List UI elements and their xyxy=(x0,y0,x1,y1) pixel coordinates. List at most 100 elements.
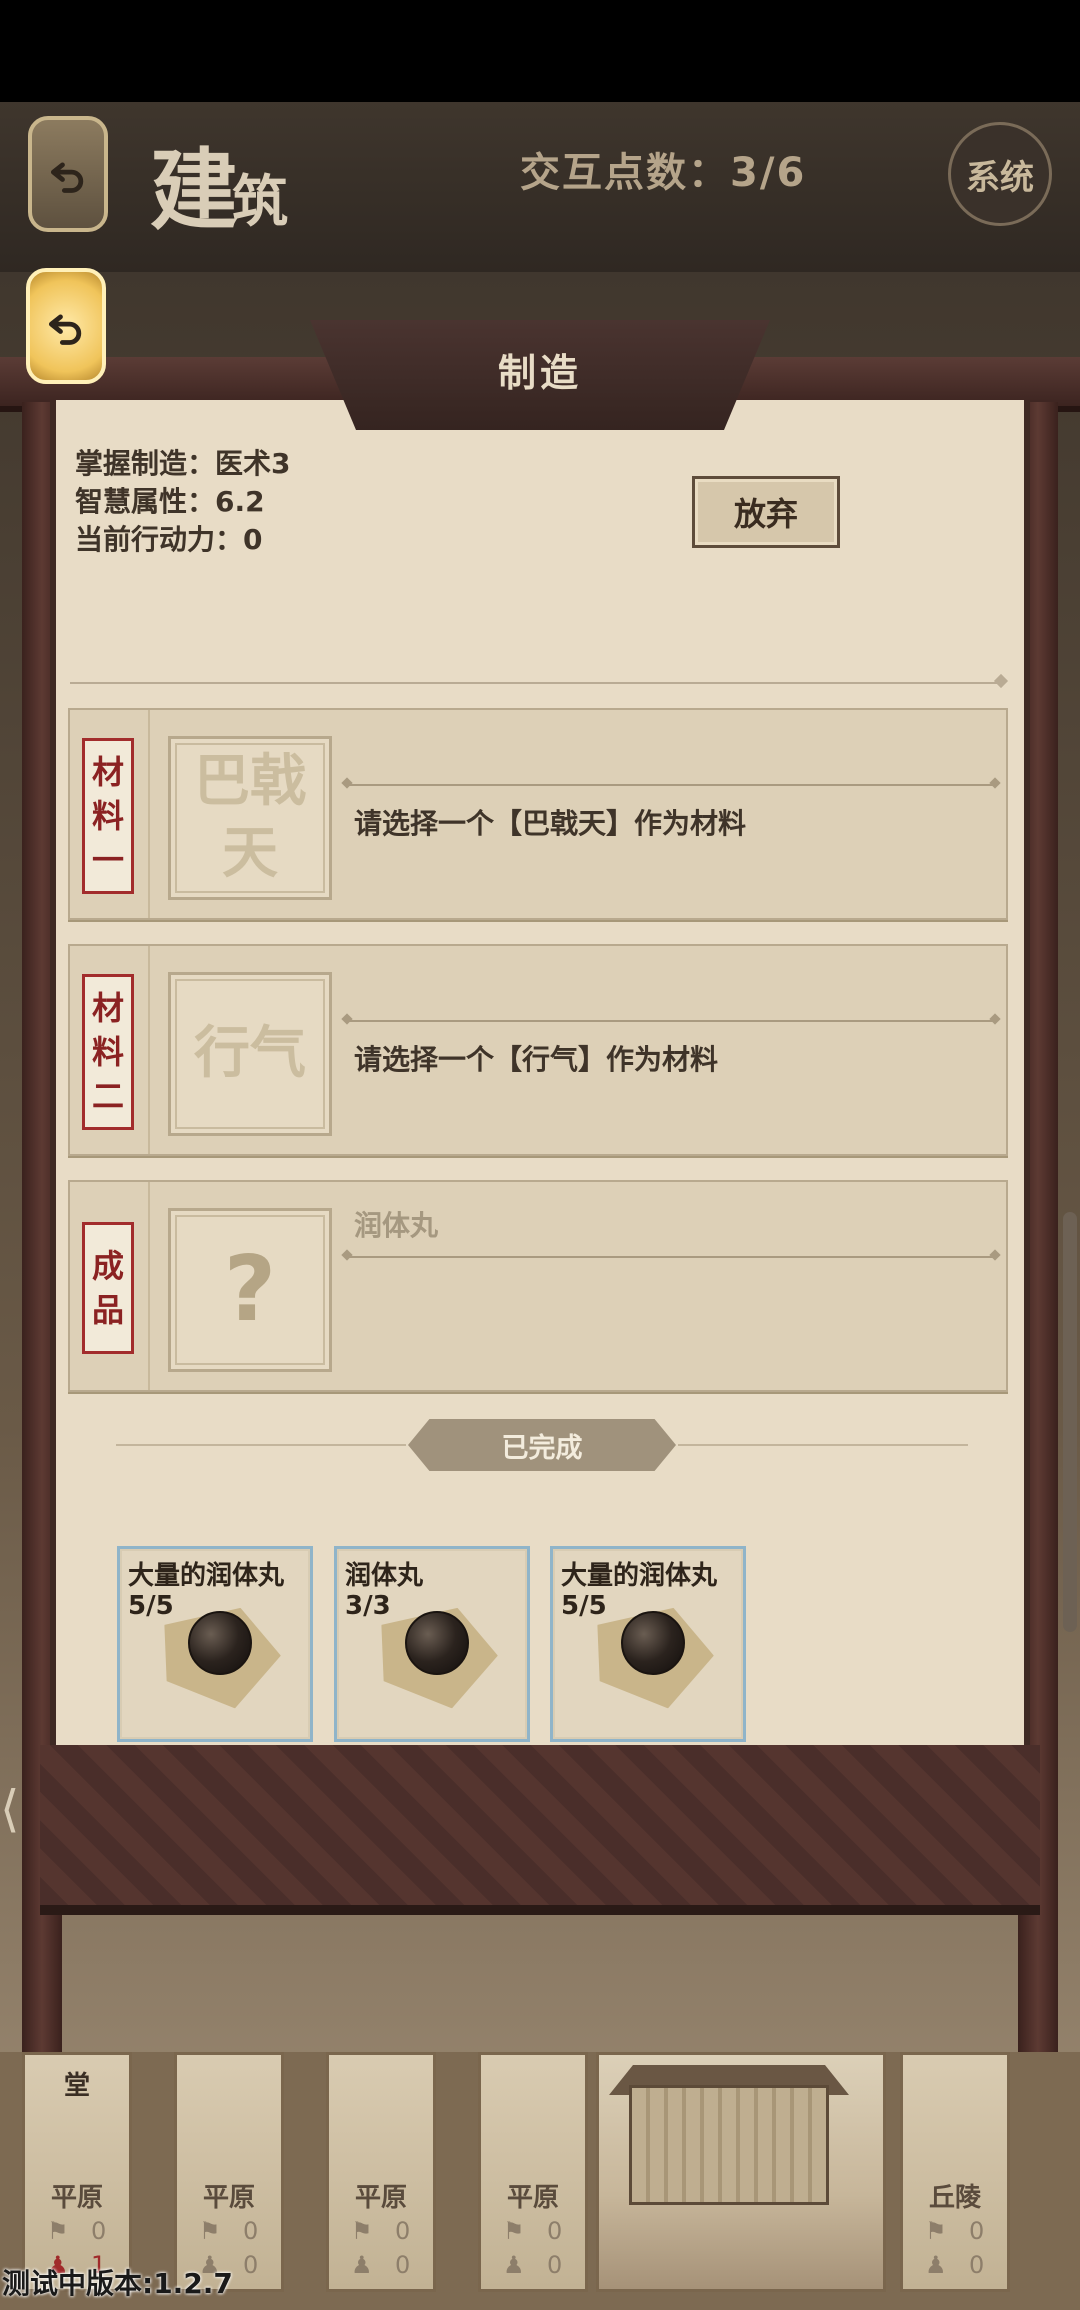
title-sub-char: 筑 xyxy=(232,169,288,235)
slot-label-char: 材 xyxy=(91,989,124,1027)
person-count: 0 xyxy=(547,2251,563,2279)
product-name: 润体丸 xyxy=(354,1209,439,1242)
slot-separator xyxy=(148,710,150,918)
person-count: 0 xyxy=(969,2251,985,2279)
slot-label: 材 料 二 xyxy=(82,974,134,1130)
abandon-button[interactable]: 放弃 xyxy=(692,476,840,548)
panel-title: 制造 xyxy=(497,350,582,395)
flag-stat: ⚑ 0 xyxy=(47,2217,106,2245)
item-name: 大量的润体丸 xyxy=(128,1561,285,1591)
tile-terrain: 平原 xyxy=(506,2183,559,2213)
person-stat: ♟ 0 xyxy=(351,2251,410,2279)
material-prompt: 请选择一个【行气】作为材料 xyxy=(354,1043,719,1076)
slot-label-char: 料 xyxy=(91,1033,124,1071)
flag-icon: ⚑ xyxy=(47,2217,69,2245)
completed-line-left xyxy=(116,1444,406,1446)
action-power-info: 当前行动力：0 xyxy=(75,523,263,556)
flag-count: 0 xyxy=(91,2217,107,2245)
person-icon: ♟ xyxy=(503,2251,525,2279)
item-count: 5/5 xyxy=(128,1591,174,1621)
slot-separator xyxy=(148,1182,150,1390)
wisdom-info: 智慧属性：6.2 xyxy=(75,485,265,518)
system-button[interactable]: 系统 xyxy=(948,122,1052,226)
item-name: 大量的润体丸 xyxy=(561,1561,718,1591)
pill-icon xyxy=(621,1611,685,1675)
slot-label-char: 品 xyxy=(91,1291,124,1329)
person-count: 0 xyxy=(243,2251,259,2279)
flag-stat: ⚑ 0 xyxy=(199,2217,258,2245)
slot-label-char: 二 xyxy=(91,1077,124,1115)
item-count: 3/3 xyxy=(345,1591,391,1621)
slot-separator xyxy=(148,946,150,1154)
slot-divider xyxy=(348,784,994,786)
chevron-left-icon[interactable]: ⟨ xyxy=(0,1780,30,1850)
top-bar: 建筑 交互点数：3/6 系统 xyxy=(0,102,1080,272)
map-tile[interactable]: 平原 ⚑ 0 ♟ 0 xyxy=(478,2052,588,2292)
flag-stat: ⚑ 0 xyxy=(503,2217,562,2245)
material-box[interactable]: 行气 xyxy=(168,972,332,1136)
slot-divider xyxy=(348,1020,994,1022)
tile-terrain: 丘陵 xyxy=(928,2183,981,2213)
flag-icon: ⚑ xyxy=(925,2217,947,2245)
flag-stat: ⚑ 0 xyxy=(351,2217,410,2245)
slot-label-char: 一 xyxy=(91,841,124,879)
building-illustration-tile[interactable] xyxy=(596,2052,886,2292)
slot-label: 材 料 一 xyxy=(82,738,134,894)
slot-divider xyxy=(348,1256,994,1258)
person-icon: ♟ xyxy=(925,2251,947,2279)
flag-icon: ⚑ xyxy=(503,2217,525,2245)
person-stat: ♟ 0 xyxy=(925,2251,984,2279)
person-count: 0 xyxy=(395,2251,411,2279)
status-bar xyxy=(0,0,1080,102)
tile-building: 堂 xyxy=(63,2071,90,2101)
tile-terrain: 平原 xyxy=(202,2183,255,2213)
back-button[interactable] xyxy=(28,116,108,232)
back-arrow-icon xyxy=(50,162,84,193)
flag-icon: ⚑ xyxy=(199,2217,221,2245)
map-tile[interactable]: 堂 平原 ⚑ 0 ♟ 1 xyxy=(22,2052,132,2292)
screen-title: 建筑 xyxy=(150,120,288,247)
completed-item-card[interactable]: 润体丸 3/3 xyxy=(334,1546,530,1742)
tile-terrain: 平原 xyxy=(50,2183,103,2213)
flag-icon: ⚑ xyxy=(351,2217,373,2245)
return-lantern-button[interactable] xyxy=(26,268,106,384)
scrollbar[interactable] xyxy=(1063,1212,1077,1632)
map-tile[interactable]: 平原 ⚑ 0 ♟ 0 xyxy=(174,2052,284,2292)
person-stat: ♟ 0 xyxy=(503,2251,562,2279)
tile-terrain: 平原 xyxy=(354,2183,407,2213)
material-prompt: 请选择一个【巴戟天】作为材料 xyxy=(354,807,747,840)
map-tile[interactable]: 平原 ⚑ 0 ♟ 0 xyxy=(326,2052,436,2292)
flag-stat: ⚑ 0 xyxy=(925,2217,984,2245)
person-icon: ♟ xyxy=(351,2251,373,2279)
completed-item-card[interactable]: 大量的润体丸 5/5 xyxy=(550,1546,746,1742)
hut-illustration xyxy=(629,2085,829,2205)
completed-item-card[interactable]: 大量的润体丸 5/5 xyxy=(117,1546,313,1742)
material-box[interactable]: 巴戟天 xyxy=(168,736,332,900)
version-label: 测试中版本:1.2.7 xyxy=(2,2267,233,2300)
pill-icon xyxy=(405,1611,469,1675)
back-arrow-icon xyxy=(48,314,82,345)
panel-header: 制造 xyxy=(310,320,770,430)
unknown-product-box: ? xyxy=(168,1208,332,1372)
map-tile[interactable]: 丘陵 ⚑ 0 ♟ 0 xyxy=(900,2052,1010,2292)
divider xyxy=(70,682,1000,684)
title-main-char: 建 xyxy=(150,138,238,242)
item-name: 润体丸 xyxy=(345,1561,424,1591)
slot-label-char: 成 xyxy=(91,1247,124,1285)
material-slot-2[interactable]: 材 料 二 行气 请选择一个【行气】作为材料 xyxy=(68,944,1008,1156)
completed-header: 已完成 xyxy=(408,1419,676,1471)
flag-count: 0 xyxy=(547,2217,563,2245)
product-slot[interactable]: 成 品 ? 润体丸 xyxy=(68,1180,1008,1392)
material-slot-1[interactable]: 材 料 一 巴戟天 请选择一个【巴戟天】作为材料 xyxy=(68,708,1008,920)
skill-info: 掌握制造：医术3 xyxy=(75,447,291,480)
item-count: 5/5 xyxy=(561,1591,607,1621)
slot-label-char: 材 xyxy=(91,753,124,791)
interaction-points: 交互点数：3/6 xyxy=(520,150,807,196)
flag-count: 0 xyxy=(395,2217,411,2245)
pill-icon xyxy=(188,1611,252,1675)
flag-count: 0 xyxy=(969,2217,985,2245)
slot-label-char: 料 xyxy=(91,797,124,835)
panel-bottom-pattern xyxy=(40,1745,1040,1915)
crafting-info: 掌握制造：医术3 智慧属性：6.2 当前行动力：0 xyxy=(75,445,290,559)
flag-count: 0 xyxy=(243,2217,259,2245)
